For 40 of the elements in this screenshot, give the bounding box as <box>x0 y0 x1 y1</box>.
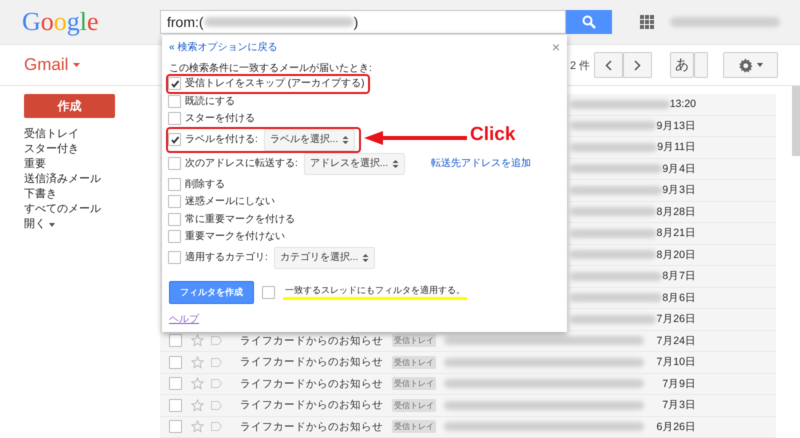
label-tag: 受信トレイ <box>392 420 436 434</box>
message-date: 8月6日 <box>662 290 696 305</box>
sender-name: ライフカードからのお知らせ <box>240 420 384 434</box>
message-date: 13:20 <box>670 98 696 110</box>
label-tag: 受信トレイ <box>392 398 436 412</box>
message-count: 2 件 <box>570 58 592 72</box>
option-label: 既読にする <box>185 94 235 108</box>
dialog-heading: この検索条件に一致するメールが届いたとき: <box>169 62 373 76</box>
option-label: 常に重要マークを付ける <box>185 212 295 226</box>
option-label: 削除する <box>185 178 225 192</box>
sender-name: ライフカードからのお知らせ <box>240 376 384 391</box>
sender-name: ライフカードからのお知らせ <box>240 398 384 412</box>
message-date: 9月3日 <box>662 183 696 198</box>
message-date: 9月13日 <box>656 118 696 133</box>
message-date: 7月24日 <box>656 334 696 348</box>
option-label: 適用するカテゴリ: <box>185 250 268 264</box>
message-date: 7月26日 <box>656 312 696 326</box>
option-label: ラベルを付ける: <box>185 132 258 146</box>
apply-threads-label: 一致するスレッドにもフィルタを適用する。 <box>283 284 467 300</box>
message-date: 7月9日 <box>662 376 696 391</box>
label-tag: 受信トレイ <box>392 356 436 369</box>
label-tag: 受信トレイ <box>392 334 436 348</box>
option-label: 重要マークを付けない <box>185 230 285 244</box>
message-date: 7月3日 <box>662 398 696 412</box>
option-label: 迷惑メールにしない <box>185 194 275 209</box>
option-label: スターを付ける <box>185 112 255 126</box>
message-date: 7月10日 <box>656 355 696 370</box>
message-date: 9月4日 <box>662 162 696 176</box>
annotation-text: Click <box>470 124 516 146</box>
option-label: 受信トレイをスキップ (アーカイブする) <box>185 76 364 91</box>
sender-name: ライフカードからのお知らせ <box>240 334 384 348</box>
message-date: 8月28日 <box>656 204 696 219</box>
message-date: 8月7日 <box>662 269 696 284</box>
message-date: 9月11日 <box>657 140 696 154</box>
message-date: 6月26日 <box>656 420 696 434</box>
message-date: 8月21日 <box>656 226 696 240</box>
sender-name: ライフカードからのお知らせ <box>240 355 384 370</box>
option-label: 次のアドレスに転送する: <box>185 156 298 170</box>
message-date: 8月20日 <box>656 248 696 262</box>
label-tag: 受信トレイ <box>392 377 436 390</box>
